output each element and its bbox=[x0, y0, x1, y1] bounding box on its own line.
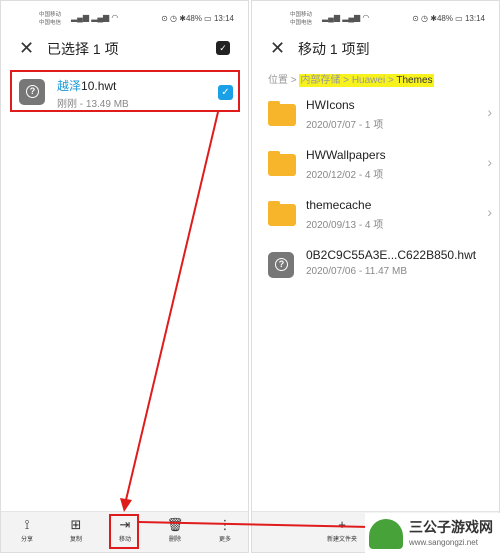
item-meta: 2020/09/13 - 4 项 bbox=[306, 220, 384, 231]
close-icon[interactable]: ✕ bbox=[19, 37, 34, 59]
folder-item[interactable]: themecache 2020/09/13 - 4 项 › bbox=[268, 196, 492, 236]
folder-icon bbox=[268, 101, 296, 126]
folder-icon bbox=[268, 201, 296, 226]
folder-item[interactable]: HWWallpapers 2020/12/02 - 4 项 › bbox=[268, 146, 492, 186]
item-name: HWIcons bbox=[306, 98, 355, 112]
close-icon[interactable]: ✕ bbox=[270, 37, 285, 59]
select-all-icon[interactable]: ✓ bbox=[216, 41, 230, 55]
item-name: HWWallpapers bbox=[306, 148, 386, 162]
share-icon: ⟟ bbox=[24, 517, 30, 532]
status-bar: 中国移动中国电信 ▂▄▆ ▂▄▆ ◠ ⊙ ◷ ✱48% ▭ 13:14 bbox=[1, 9, 248, 29]
delete-label: 删除 bbox=[168, 537, 181, 543]
breadcrumb-themes[interactable]: Themes bbox=[396, 75, 432, 86]
delete-icon: 🗑 bbox=[166, 517, 184, 532]
battery-level: 48% bbox=[436, 14, 453, 23]
copy-icon: ⊞ bbox=[70, 517, 82, 532]
carrier-info: 中国移动 中国电信 bbox=[290, 11, 312, 27]
carrier-1: 中国移动 bbox=[39, 12, 62, 18]
chevron-right-icon: › bbox=[487, 204, 492, 220]
folder-icon bbox=[268, 151, 296, 176]
new-folder-button[interactable]: + 新建文件夹 bbox=[322, 516, 362, 543]
status-right: ⊙ ◷ ✱48% ▭ 13:14 bbox=[412, 14, 485, 23]
signal-icon: ▂▄▆ ▂▄▆ ◠ bbox=[71, 13, 119, 22]
delete-button[interactable]: 🗑 删除 bbox=[160, 516, 190, 543]
item-name: themecache bbox=[306, 198, 372, 212]
breadcrumb-huawei[interactable]: Huawei bbox=[352, 75, 385, 86]
file-item[interactable]: ? 0B2C9C55A3E...C622B850.hwt 2020/07/06 - … bbox=[268, 246, 488, 286]
carrier-info: 中国移动 中国电信 bbox=[39, 11, 61, 27]
clock: 13:14 bbox=[464, 14, 485, 23]
copy-button[interactable]: ⊞ 复制 bbox=[61, 516, 91, 543]
clock: 13:14 bbox=[213, 14, 234, 23]
watermark-name: 三公子游戏网 bbox=[409, 519, 493, 535]
battery-level: 48% bbox=[185, 14, 202, 23]
share-button[interactable]: ⟟ 分享 bbox=[12, 516, 42, 543]
status-right: ⊙ ◷ ✱48% ▭ 13:14 bbox=[161, 14, 234, 23]
carrier-1: 中国移动 bbox=[290, 12, 313, 18]
watermark: 三公子游戏网 www.sangongzi.net bbox=[365, 513, 500, 553]
share-label: 分享 bbox=[20, 537, 33, 543]
annotation-box-file bbox=[10, 70, 240, 112]
right-screen: 中国移动中国电信 ▂▄▆ ▂▄▆ ◠ ⊙ ◷ ✱48% ▭ 13:14 ✕ 移动… bbox=[251, 0, 500, 553]
item-name: 0B2C9C55A3E...C622B850.hwt bbox=[306, 248, 477, 262]
breadcrumb-internal-storage[interactable]: 内部存储 bbox=[300, 75, 340, 86]
chevron-right-icon: › bbox=[487, 154, 492, 170]
signal-icon: ▂▄▆ ▂▄▆ ◠ bbox=[322, 13, 370, 22]
breadcrumb: 位置 > 内部存储 > Huawei > Themes bbox=[268, 74, 434, 87]
item-meta: 2020/07/06 - 11.47 MB bbox=[306, 266, 407, 277]
item-meta: 2020/07/07 - 1 项 bbox=[306, 120, 384, 131]
breadcrumb-root[interactable]: 位置 bbox=[268, 75, 288, 86]
chevron-right-icon: › bbox=[487, 104, 492, 120]
watermark-logo bbox=[369, 519, 403, 549]
annotation-box-move bbox=[109, 514, 139, 549]
watermark-url: www.sangongzi.net bbox=[409, 538, 478, 547]
carrier-2: 中国电信 bbox=[39, 20, 62, 26]
carrier-2: 中国电信 bbox=[290, 20, 313, 26]
more-button[interactable]: ⋮ 更多 bbox=[210, 516, 240, 543]
item-meta: 2020/12/02 - 4 项 bbox=[306, 170, 384, 181]
page-title: 移动 1 项到 bbox=[298, 41, 370, 57]
more-label: 更多 bbox=[218, 537, 231, 543]
unknown-file-icon: ? bbox=[268, 252, 294, 278]
new-folder-label: 新建文件夹 bbox=[326, 537, 357, 543]
status-bar: 中国移动中国电信 ▂▄▆ ▂▄▆ ◠ ⊙ ◷ ✱48% ▭ 13:14 bbox=[252, 9, 499, 29]
copy-label: 复制 bbox=[69, 537, 82, 543]
plus-icon: + bbox=[338, 517, 346, 532]
page-title: 已选择 1 项 bbox=[47, 41, 119, 57]
more-icon: ⋮ bbox=[218, 517, 232, 532]
folder-item[interactable]: HWIcons 2020/07/07 - 1 项 › bbox=[268, 96, 492, 136]
